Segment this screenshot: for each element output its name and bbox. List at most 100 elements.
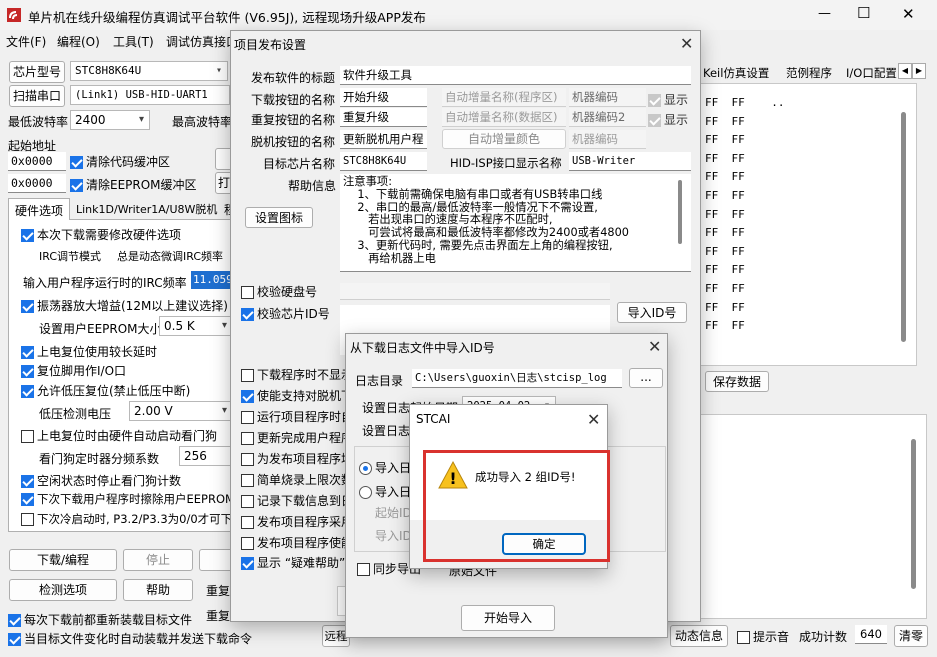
menu-tools[interactable]: 工具(T) [113,33,154,50]
menu-file[interactable]: 文件(F) [6,33,46,50]
opt-lvr[interactable]: 允许低压复位(禁止低压中断) [21,382,190,399]
clear-code-checkbox[interactable]: 清除代码缓冲区 [70,153,170,170]
lvd-select[interactable]: 2.00 V ▾ [129,401,233,421]
help-button[interactable]: 帮助 [123,579,193,601]
opt-osc-gain[interactable]: 振荡器放大增益(12M以上建议选择) [21,297,228,314]
tab-samples[interactable]: 范例程序 [786,65,832,81]
publish-close-icon[interactable]: ✕ [680,36,693,52]
hex-scrollbar[interactable] [901,112,906,342]
help-info-textarea[interactable]: 注意事项: 1、下载前需确保电脑有串口或者有USB转串口线 2、串口的最高/最低… [340,174,691,272]
addr1-input[interactable]: 0x0000 [8,152,66,171]
tab-link1d[interactable]: Link1D/Writer1A/U8W脱机 [76,201,217,217]
opt-update-done[interactable]: 更新完成用户程序 [241,429,353,446]
lvd-label: 低压检测电压 [39,407,112,421]
opt-run-project[interactable]: 运行项目程序时自 [241,408,353,425]
help-scrollbar[interactable] [678,180,682,244]
verify-disk-checkbox[interactable]: 校验硬盘号 [241,283,317,300]
dl-btn-input[interactable]: 开始升级 [340,88,427,107]
browse-button[interactable]: ... [629,368,663,388]
opt-publish-use[interactable]: 发布项目程序采用 [241,513,353,530]
reload-checkbox[interactable]: 每次下载前都重新装载目标文件 [8,611,192,628]
auto-inc-prog: 自动增量名称(程序区) [442,88,566,107]
soft-title-input[interactable]: 软件升级工具 [340,66,691,85]
redo-btn-input[interactable]: 重复升级 [340,108,427,127]
chip-type-label: 芯片型号 [9,61,65,83]
radio-import-1[interactable]: 导入日 [359,459,411,476]
irc-mode-value[interactable]: 总是动态微调IRC频率 [117,248,223,264]
irc-freq-label: 输入用户程序运行时的IRC频率 [23,276,187,290]
opt-wdt[interactable]: 上电复位时由硬件自动启动看门狗 [21,427,217,444]
verify-chip-checkbox[interactable]: 校验芯片ID号 [241,305,330,322]
min-baud-select[interactable]: 2400 ▾ [70,110,150,130]
opt-reset-delay[interactable]: 上电复位使用较长延时 [21,343,157,360]
wdt-div-select[interactable]: 256 [179,446,233,466]
auto-send-checkbox[interactable]: 当目标文件变化时自动装载并发送下载命令 [8,630,252,647]
eeprom-size-select[interactable]: 0.5 K ▾ [159,316,233,336]
tab-hardware[interactable]: 硬件选项 [8,198,71,220]
dl-btn-label: 下载按钮的名称 [251,93,336,107]
opt-add-project[interactable]: 为发布项目程序增 [241,450,353,467]
menu-debug[interactable]: 调试仿真接口 [166,33,238,50]
log-scrollbar[interactable] [911,439,916,589]
hex-row: FF FF [705,263,745,277]
machine-code-3: 机器编码 [569,130,646,149]
port-select[interactable]: (Link1) USB-HID-UART1 [70,85,230,105]
opt-cold-start[interactable]: 下次冷启动时, P3.2/P3.3为0/0才可下 [21,511,232,527]
hex-row: FF FF [705,244,745,258]
redo-btn-label: 重复按钮的名称 [251,113,336,127]
opt-modify-hw[interactable]: 本次下载需要修改硬件选项 [21,226,181,243]
import-id-button[interactable]: 导入ID号 [617,302,687,323]
opt-idle-wdt[interactable]: 空闲状态时停止看门狗计数 [21,472,181,489]
beep-checkbox[interactable]: 提示音 [737,628,789,645]
hex-row: FF FF [705,114,745,128]
auto-inc-color-button: 自动增量颜色 [442,129,566,149]
opt-publish-enable[interactable]: 发布项目程序使能 [241,534,353,551]
opt-erase-eeprom[interactable]: 下次下载用户程序时擦除用户EEPROM [21,491,235,507]
download-button[interactable]: 下载/编程 [9,549,117,571]
scan-port-button[interactable]: 扫描串口 [9,85,65,107]
minimize-icon[interactable]: — [818,6,831,21]
irc-mode-label: IRC调节模式 [39,250,102,263]
side-button-3[interactable] [199,549,233,571]
show-checkbox-1: 显示 [648,91,688,108]
tab-keil[interactable]: Keil仿真设置 [703,65,769,81]
log-dir-input[interactable]: C:\Users\guoxin\日志\stcisp_log [412,369,622,388]
soft-title-label: 发布软件的标题 [251,71,336,85]
tab-io[interactable]: I/O口配置 [846,65,897,81]
maximize-icon[interactable]: ☐ [857,4,870,22]
window-close-icon[interactable]: ✕ [902,5,915,23]
menu-program[interactable]: 编程(O) [57,33,100,50]
opt-reset-pin[interactable]: 复位脚用作I/O口 [21,362,126,379]
tab-scroll-left-icon[interactable]: ◀ [898,63,912,79]
target-chip-input[interactable]: STC8H8K64U [340,152,427,171]
stop-button[interactable]: 停止 [123,549,193,571]
import-close-icon[interactable]: ✕ [648,339,661,355]
save-data-button[interactable]: 保存数据 [705,371,769,392]
hid-label: HID-ISP接口显示名称 [450,156,562,170]
start-import-button[interactable]: 开始导入 [461,605,555,631]
help-lines: 注意事项: 1、下载前需确保电脑有串口或者有USB转串口线 2、串口的最高/最低… [340,174,691,268]
status-info-button[interactable]: 动态信息 [670,625,728,647]
eeprom-size-label: 设置用户EEPROM大小 [39,322,162,336]
opt-hide-dl[interactable]: 下载程序时不显示 [241,366,353,383]
radio-import-2[interactable]: 导入日 [359,483,411,500]
hid-input[interactable]: USB-Writer [569,152,691,171]
clear-count-button[interactable]: 清零 [894,625,928,647]
offline-btn-input[interactable]: 更新脱机用户程 [340,130,427,149]
chevron-down-icon: ▾ [138,114,144,125]
clear-eeprom-checkbox[interactable]: 清除EEPROM缓冲区 [70,176,197,193]
tab-scroll-right-icon[interactable]: ▶ [912,63,926,79]
check-options-button[interactable]: 检测选项 [9,579,117,601]
machine-code-1: 机器编码 [569,88,646,107]
chip-type-select[interactable]: STC8H8K64U ▾ [70,61,228,81]
addr2-input[interactable]: 0x0000 [8,174,66,193]
redo-label-1: 重复 [206,584,231,598]
opt-burn-limit[interactable]: 简单烧录上限次数 [241,471,353,488]
help-line: 注意事项: [343,175,392,188]
offline-btn-label: 脱机按钮的名称 [251,135,336,149]
set-icon-button[interactable]: 设置图标 [245,207,313,228]
hex-row: FF FF [705,300,745,314]
msgbox-close-icon[interactable]: ✕ [587,412,600,428]
opt-log-dl[interactable]: 记录下载信息到日 [241,492,353,509]
opt-offline-support[interactable]: 使能支持对脱机下 [241,387,353,404]
